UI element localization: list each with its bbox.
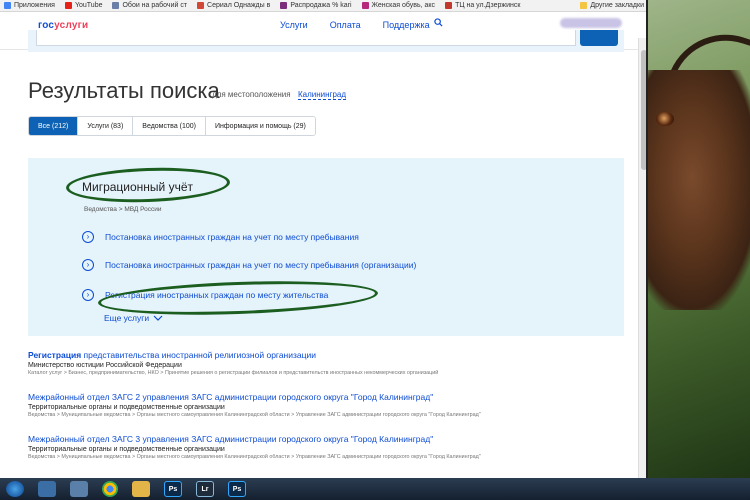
- bookmark-kari-sale[interactable]: Распродажа % kari: [280, 2, 352, 9]
- kari-icon: [280, 2, 288, 9]
- chrome-icon[interactable]: [102, 481, 118, 497]
- deer-eye: [656, 112, 674, 126]
- page-title: Результаты поиска: [28, 78, 220, 103]
- chevron-down-icon: [153, 313, 163, 323]
- tab-info-help[interactable]: Информация и помощь (29): [206, 117, 315, 135]
- deer-image: [648, 70, 750, 310]
- bookmark-youtube[interactable]: YouTube: [64, 2, 102, 9]
- top-navigation: Услуги Оплата Поддержка: [280, 20, 452, 30]
- bookmark-mall[interactable]: ТЦ на ул.Дзержинск: [445, 2, 520, 9]
- search-result: Межрайонный отдел ЗАГС 2 управления ЗАГС…: [28, 392, 640, 418]
- search-button[interactable]: [580, 30, 618, 46]
- site-favicon: [197, 2, 205, 9]
- result-subtitle: Территориальные органы и подведомственны…: [28, 404, 225, 411]
- kari-icon: [361, 2, 369, 9]
- result-breadcrumb: Ведомства > Муниципальные ведомства > Ор…: [28, 454, 481, 460]
- chevron-right-circle-icon: ›: [82, 231, 94, 243]
- photoshop-icon-2[interactable]: Ps: [228, 481, 246, 497]
- folder-icon: [580, 2, 588, 9]
- site-favicon: [112, 2, 120, 9]
- search-result: Межрайонный отдел ЗАГС 3 управления ЗАГС…: [28, 434, 640, 460]
- tab-all[interactable]: Все (212): [29, 117, 79, 135]
- file-explorer-pin-icon[interactable]: [38, 481, 56, 497]
- result-filter-tabs: Все (212) Услуги (83) Ведомства (100) Ин…: [28, 116, 316, 136]
- bookmark-other[interactable]: Другие закладки: [580, 2, 644, 9]
- nav-support[interactable]: Поддержка: [383, 20, 430, 30]
- windows-start-icon[interactable]: [6, 481, 24, 497]
- result-subtitle: Министерство юстиции Российской Федераци…: [28, 362, 182, 369]
- document-icon[interactable]: [70, 481, 88, 497]
- scrollbar-thumb[interactable]: [641, 50, 646, 170]
- nav-payment[interactable]: Оплата: [330, 20, 361, 30]
- site-favicon: [445, 2, 453, 9]
- photoshop-icon[interactable]: Ps: [164, 481, 182, 497]
- bookmark-wallpapers[interactable]: Обои на рабочий ст: [112, 2, 187, 9]
- desktop-wallpaper: [648, 0, 750, 478]
- bookmark-shoes[interactable]: Женская обувь, акс: [361, 2, 435, 9]
- chevron-right-circle-icon: ›: [82, 289, 94, 301]
- tab-departments[interactable]: Ведомства (100): [133, 117, 207, 135]
- featured-breadcrumb: Ведомства > МВД России: [84, 206, 162, 213]
- nav-services[interactable]: Услуги: [280, 20, 308, 30]
- windows-taskbar: Ps Lr Ps: [0, 478, 750, 500]
- location-label: для местоположения: [212, 90, 291, 99]
- tab-services[interactable]: Услуги (83): [78, 117, 134, 135]
- result-breadcrumb: Каталог услуг > Бизнес, предпринимательс…: [28, 370, 439, 376]
- service-link[interactable]: › Постановка иностранных граждан на учет…: [82, 231, 359, 243]
- bookmark-series[interactable]: Сериал Однажды в: [197, 2, 270, 9]
- bookmarks-bar: Приложения YouTube Обои на рабочий ст Се…: [0, 0, 646, 12]
- result-subtitle: Территориальные органы и подведомственны…: [28, 446, 225, 453]
- lightroom-icon[interactable]: Lr: [196, 481, 214, 497]
- search-input[interactable]: [36, 30, 576, 46]
- youtube-icon: [64, 2, 72, 9]
- apps-grid-icon: [4, 2, 11, 9]
- search-result: Регистрация представительства иностранно…: [28, 350, 640, 376]
- bookmark-apps[interactable]: Приложения: [4, 2, 55, 9]
- result-title-link[interactable]: Регистрация представительства иностранно…: [28, 350, 640, 360]
- service-link[interactable]: › Постановка иностранных граждан на учет…: [82, 259, 416, 271]
- result-title-link[interactable]: Межрайонный отдел ЗАГС 3 управления ЗАГС…: [28, 434, 640, 444]
- folder-icon[interactable]: [132, 481, 150, 497]
- location-link[interactable]: Калининград: [298, 90, 347, 100]
- chevron-right-circle-icon: ›: [82, 259, 94, 271]
- result-breadcrumb: Ведомства > Муниципальные ведомства > Ор…: [28, 412, 481, 418]
- vertical-scrollbar[interactable]: [638, 38, 646, 478]
- search-icon[interactable]: [434, 18, 443, 30]
- browser-window: Приложения YouTube Обои на рабочий ст Се…: [0, 0, 648, 478]
- result-title-link[interactable]: Межрайонный отдел ЗАГС 2 управления ЗАГС…: [28, 392, 640, 402]
- user-account-blurred[interactable]: [560, 18, 622, 28]
- more-services-link[interactable]: Еще услуги: [104, 313, 163, 323]
